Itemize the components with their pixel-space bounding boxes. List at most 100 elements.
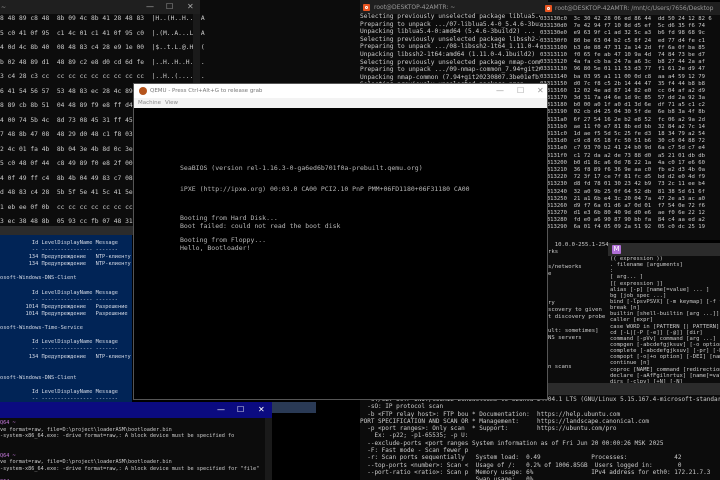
terminal-line: -sO: IP protocol scan [360, 403, 444, 411]
terminal-line: 03313240 32 a0 9b 25 0f 64 52 db 81 38 5… [540, 188, 706, 195]
terminal-line: -- ---------------- ------- [0, 296, 118, 303]
terminal-line: 134 Предупреждение NTP-клиенту [0, 261, 131, 268]
terminal-line: --exclude-ports <port ranges System info… [360, 439, 664, 447]
terminal-line: 03313150 d0 7c f8 c5 2b 14 44 47 35 f4 4… [540, 80, 706, 87]
terminal-line: t discovery probe [548, 313, 606, 320]
menu-machine[interactable]: Machine [138, 100, 161, 106]
minimize-button[interactable]: — [496, 86, 504, 95]
terminal-line: ry [548, 299, 555, 306]
title-bar: — ☐ ✕ [0, 402, 272, 418]
terminal-line: rks [548, 249, 559, 256]
terminal-line: 033130c0 3c 30 42 28 06 ed 86 44 dd 50 2… [540, 16, 712, 22]
terminal-line: 03313190 02 cb d4 25 04 30 5f de 6e b8 3… [540, 109, 706, 116]
terminal-output: -sY/sZ: SCTP INIT/COOKIE-ECHOWelcome to … [360, 396, 720, 480]
cmd-window: — ☐ ✕ Q64 ~ ve format=raw, file=D:\projec… [0, 402, 272, 480]
terminal-line: coproc [NAME] command [redirections [610, 366, 720, 373]
minimize-button[interactable]: — [217, 405, 225, 414]
terminal-line: Unpacking nmap-common (7.94+git20230807.… [360, 73, 548, 81]
terminal-line: Id LevelDisplayName Message [0, 388, 118, 395]
terminal-line: 03313270 d1 e3 6b 80 40 9d d0 e6 ae f0 6… [540, 210, 706, 217]
event-log-output: Id LevelDisplayName Message -- ---------… [0, 240, 131, 402]
apt-terminal-window: root@DESKTOP-42AMTR: ~ Selecting previou… [360, 0, 548, 90]
window-title: root@DESKTOP-42AMTR: /mnt/c/Users/7656/D… [555, 5, 714, 12]
terminal-line: Id LevelDisplayName Message [0, 339, 118, 346]
close-button[interactable]: ✕ [258, 405, 265, 414]
ipxe-line: iPXE (http://ipxe.org) 00:03.0 CA00 PCI2… [180, 185, 470, 193]
terminal-line: 033131b0 ae 11 f0 e7 81 8b ed bb 32 84 a… [540, 123, 706, 130]
terminal-line: --top-ports <number>: Scan < Usage of /:… [360, 461, 682, 469]
terminal-line: 4 0d 4c 8b 40 08 48 83 c4 28 e9 1e 00 |$… [0, 44, 205, 51]
terminal-output: Q64 ~ ve format=raw, file=D:\project\load… [0, 420, 259, 480]
maximize-button[interactable]: ☐ [237, 405, 244, 414]
terminal-output: 10.0.0-255.1-254 rks s/networks e ry scovery … [548, 242, 609, 371]
terminal-line: 10.0.0-255.1-254 [548, 242, 609, 248]
window-title: ~ [1, 4, 7, 11]
terminal-line: Id LevelDisplayName Message [0, 240, 118, 246]
boot-failed-line: Boot failed: could not read the boot dis… [180, 221, 341, 230]
minimize-button[interactable]: — [146, 2, 154, 11]
terminal-line: Preparing to unpack .../09-nmap-common_7… [360, 66, 548, 74]
terminal-line: Unpacking liblua5.4-0:amd64 (5.4.6-3buil… [360, 28, 536, 36]
terminal-line: -system-x86_64.exe: -drive format=raw,: … [0, 433, 235, 439]
terminal-line: 03313130 96 80 5e 01 11 53 d3 77 f1 61 2… [540, 66, 706, 73]
title-bar: M [608, 243, 720, 256]
dropdown[interactable] [272, 402, 316, 413]
terminal-line: osoft-Windows-DNS-Client [0, 275, 77, 282]
terminal-line: 03313200 b0 d1 8c a6 0d 78 22 1a 4a c0 1… [540, 159, 706, 166]
close-button[interactable]: ✕ [187, 2, 194, 11]
terminal-line: Preparing to unpack .../07-liblua5.4-0_5… [360, 20, 548, 28]
msys-icon: M [612, 245, 621, 254]
terminal-line: Swap usage: 0% [360, 476, 534, 480]
terminal-line: n scans [548, 364, 572, 371]
nmap-terminal-window: 10.0.0-255.1-254 rks s/networks e ry scovery … [548, 240, 610, 395]
vm-screen[interactable]: SeaBIOS (version rel-1.16.3-0-ga6ed6b701… [134, 108, 547, 399]
terminal-line: 033131e0 c7 93 70 b2 41 24 b0 9d 6a c7 5… [540, 145, 706, 152]
terminal-line: 03313290 6a 01 f4 05 09 2a 51 92 05 c0 d… [540, 224, 706, 231]
maximize-button[interactable]: ☐ [517, 86, 524, 95]
terminal-line: case WORD in [PATTERN [| PATTERN].. [610, 323, 720, 330]
ubuntu-icon [363, 4, 370, 11]
bash-help-window: M (( expression )). filename [arguments]… [608, 243, 720, 388]
scrollbar[interactable] [265, 418, 272, 480]
qemu-icon [139, 87, 147, 95]
window-title: root@DESKTOP-42AMTR: ~ [374, 4, 456, 11]
terminal-line: Id LevelDisplayName Message [0, 289, 118, 296]
terminal-line: --port-ratio <ratio>: Scan p Memory usag… [360, 468, 711, 476]
terminal-line: 033130f0 80 be 63 04 b2 c5 8f 24 ed 77 d… [540, 37, 706, 44]
terminal-line: Selecting previously unselected package … [360, 35, 548, 43]
terminal-line: -- ---------------- ------- [0, 247, 118, 254]
terminal-line: Ex: -p22; -p1-65535; -p U: [360, 432, 469, 440]
menu-view[interactable]: View [165, 100, 178, 106]
hex-lines: 033130c0 3c 30 42 28 06 ed 86 44 dd 50 2… [540, 16, 712, 232]
maximize-button[interactable]: ☐ [166, 2, 173, 11]
seabios-line: SeaBIOS (version rel-1.16.3-0-ga6ed6b701… [180, 164, 423, 172]
close-button[interactable]: ✕ [537, 86, 544, 95]
terminal-line: 134 Предупреждение NTP-клиенту [0, 353, 131, 360]
title-bar: root@DESKTOP-42AMTR: /mnt/c/Users/7656/D… [540, 2, 720, 15]
terminal-line: 03313110 f0 65 fe ab 47 10 9a 4d 74 84 7… [540, 51, 706, 58]
title-bar: QEMU - Press Ctrl+Alt+G to release grab … [134, 84, 547, 98]
terminal-line: osoft-Windows-Time-Service [0, 325, 83, 332]
powershell-window: Id LevelDisplayName Message -- ---------… [0, 235, 132, 402]
terminal-line: 03313210 36 f8 89 f6 36 9e aa c0 fb e2 d… [540, 166, 706, 173]
terminal-line: scovery to given [548, 306, 602, 313]
terminal-line: 03313160 12 02 4e ad 87 14 82 e0 cc 04 a… [540, 87, 706, 94]
terminal-line: -p <port ranges>: Only scan * Support: h… [360, 425, 617, 433]
terminal-line: 033131a0 6f 27 54 16 2e b2 e8 52 fc 06 a… [540, 116, 706, 123]
terminal-line: Unpacking libssh2-1t64:amd64 (1.11.0-4.1… [360, 50, 548, 58]
ubuntu-terminal-window: -sY/sZ: SCTP INIT/COOKIE-ECHOWelcome to … [360, 395, 720, 480]
terminal-line: 1014 Предупреждение Разрешение [0, 303, 128, 310]
status-strip [548, 383, 720, 395]
hello-line: Hello, Bootloader! [180, 243, 251, 252]
